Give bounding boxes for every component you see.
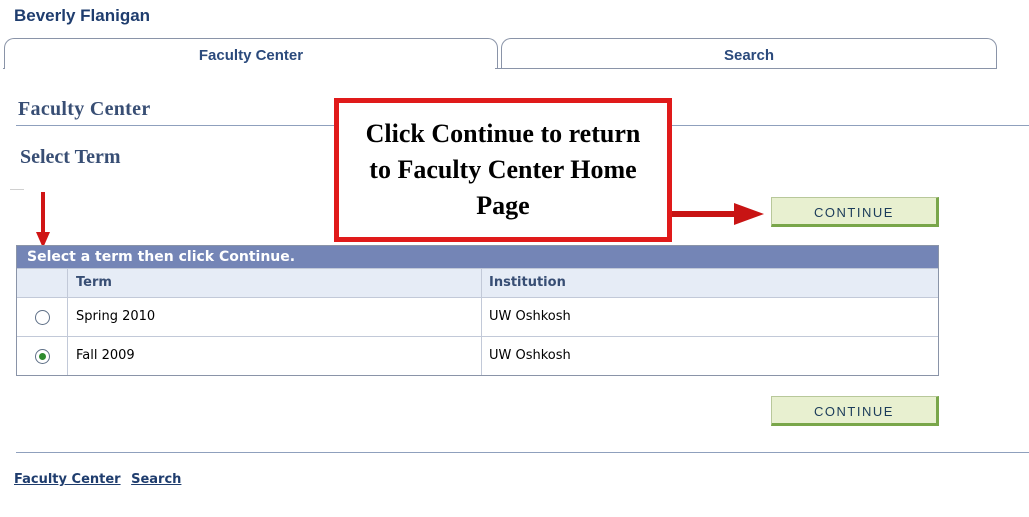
table-row: Spring 2010 UW Oshkosh [17,297,938,336]
tab-faculty-center[interactable]: Faculty Center [4,38,498,69]
grid-instruction: Select a term then click Continue. [17,246,938,268]
section-title: Select Term [20,146,121,168]
institution-cell: UW Oshkosh [489,309,571,324]
institution-cell: UW Oshkosh [489,348,571,363]
continue-button-top[interactable]: CONTINUE [771,197,939,227]
footer-divider [16,452,1029,453]
divider-mark [10,189,24,190]
term-cell: Spring 2010 [68,298,482,336]
footer-link-faculty-center[interactable]: Faculty Center [14,472,121,487]
table-row: Fall 2009 UW Oshkosh [17,336,938,375]
term-grid: Select a term then click Continue. Term … [16,245,939,376]
term-cell: Fall 2009 [68,337,482,375]
column-header-institution: Institution [489,275,566,290]
grid-column-headers: Term Institution [17,268,938,297]
user-name: Beverly Flanigan [14,6,151,25]
tab-search[interactable]: Search [501,38,997,69]
term-radio-spring-2010[interactable] [34,309,50,325]
term-radio-fall-2009[interactable] [34,348,50,364]
active-tab-gap [5,68,495,69]
page-title: Faculty Center [18,98,151,120]
arrow-down-icon [36,192,50,248]
radio-column-header [17,269,68,297]
continue-button-bottom[interactable]: CONTINUE [771,396,939,426]
footer-nav: Faculty Center Search [14,472,187,487]
footer-link-search[interactable]: Search [131,472,181,487]
column-header-term: Term [68,269,482,297]
arrow-right-icon [672,203,764,225]
instruction-callout: Click Continue to return to Faculty Cent… [334,98,672,242]
